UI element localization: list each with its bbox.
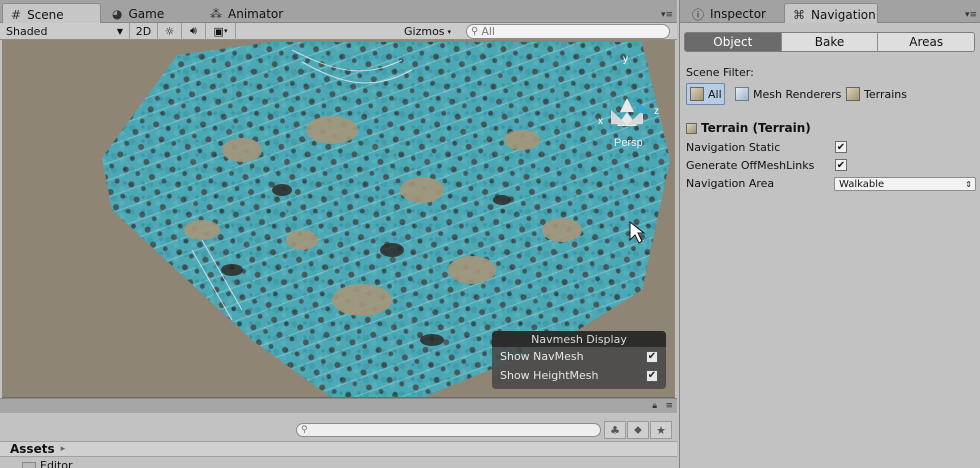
project-header-strip [0, 399, 677, 413]
2d-toggle-label: 2D [135, 24, 152, 38]
pacman-icon: ◕ [112, 7, 123, 21]
navmesh-display-panel: Navmesh Display Show NavMesh ✔ Show Heig… [492, 331, 666, 389]
audio-toggle-button[interactable]: 🔊︎ [182, 22, 206, 40]
search-icon: ⚲ [471, 26, 479, 37]
project-panel: 🔒︎ ≡ ⚲ ♣ ⬥ ★ Assets ▸ Editor [0, 398, 677, 468]
folder-icon [22, 461, 36, 468]
right-tab-bar: ⓘ Inspector ⌘ Navigation ▾≡ [680, 0, 980, 23]
show-navmesh-label: Show NavMesh [500, 350, 584, 363]
tab-inspector-label: Inspector [710, 7, 766, 21]
tab-navigation-label: Navigation [811, 7, 876, 22]
tab-game[interactable]: ◕ Game [104, 3, 199, 23]
filter-by-label-button[interactable]: ⬥ [627, 421, 649, 439]
show-heightmesh-label: Show HeightMesh [500, 369, 599, 382]
folder-label: Editor [40, 459, 73, 468]
filter-terrains-label: Terrains [864, 87, 907, 101]
terrain-icon [846, 87, 860, 101]
navmesh-display-title: Navmesh Display [492, 331, 666, 347]
left-tab-bar: # Scene ◕ Game ⁂ Animator ▾≡ [0, 0, 677, 23]
filter-all-label: All [708, 87, 722, 101]
segment-bake[interactable]: Bake [781, 33, 879, 51]
star-icon: ★ [656, 423, 666, 437]
tab-scene[interactable]: # Scene [2, 3, 101, 23]
panel-menu-icon[interactable]: ≡ [665, 401, 673, 411]
updown-arrows-icon: ⇕ [965, 179, 972, 189]
lighting-toggle-button[interactable]: ☼ [158, 22, 182, 40]
chevron-down-icon: ▾ [447, 27, 452, 36]
show-heightmesh-checkbox[interactable]: ✔ [646, 369, 658, 382]
tab-game-label: Game [128, 7, 165, 21]
segment-areas[interactable]: Areas [878, 33, 974, 51]
axis-y-label: y [623, 54, 628, 65]
mesh-renderer-icon [735, 87, 749, 101]
terrain-icon [686, 122, 697, 134]
selected-object-label: Terrain (Terrain) [701, 121, 811, 135]
effects-dropdown[interactable]: ▣ ▾ [206, 22, 236, 40]
scene-search-input[interactable]: ⚲ All [466, 24, 670, 39]
selected-object-title: Terrain (Terrain) [686, 121, 811, 135]
image-icon: ▣ [213, 24, 224, 38]
filter-mesh-renderers-label: Mesh Renderers [753, 87, 842, 101]
2d-toggle-button[interactable]: 2D [130, 22, 158, 40]
tab-menu-icon[interactable]: ▾≡ [965, 10, 977, 20]
chevron-down-icon: ▾ [223, 27, 228, 35]
tab-scene-label: Scene [27, 7, 64, 22]
speaker-icon: 🔊︎ [190, 24, 197, 37]
favorites-button[interactable]: ★ [650, 421, 672, 439]
tab-animator-label: Animator [228, 7, 284, 21]
navigation-area-label: Navigation Area [686, 177, 775, 190]
scene-viewport[interactable]: y z x Persp Navmesh Display Show NavMesh… [2, 40, 675, 398]
chevron-down-icon: ▼ [116, 26, 123, 36]
breadcrumb: Assets ▸ [0, 441, 677, 457]
navigation-static-checkbox[interactable]: ✔ [835, 141, 847, 153]
filter-terrains-button[interactable]: Terrains [846, 83, 907, 105]
show-navmesh-row[interactable]: Show NavMesh ✔ [492, 347, 666, 366]
search-icon: ⚲ [301, 425, 308, 435]
folder-item[interactable]: Editor [22, 459, 73, 468]
cube-icon [690, 87, 704, 101]
scene-filter-label: Scene Filter: [686, 66, 754, 79]
project-search-input[interactable]: ⚲ [296, 423, 601, 437]
tab-navigation[interactable]: ⌘ Navigation [784, 3, 878, 23]
persp-label: Persp [614, 137, 643, 149]
axis-x-label: x [598, 116, 603, 127]
shading-mode-value: Shaded [6, 24, 48, 38]
axis-z-label: z [654, 106, 659, 117]
gizmos-dropdown[interactable]: Gizmos ▾ [404, 23, 451, 40]
show-heightmesh-row[interactable]: Show HeightMesh ✔ [492, 366, 666, 385]
tab-animator[interactable]: ⁂ Animator [202, 3, 312, 23]
navigation-icon: ⌘ [793, 7, 805, 22]
shapes-icon: ♣ [610, 423, 620, 437]
scene-area: # Scene ◕ Game ⁂ Animator ▾≡ Shaded ▼ 2D… [0, 0, 677, 468]
scene-search-placeholder: All [481, 25, 495, 38]
filter-mesh-renderers-button[interactable]: Mesh Renderers [735, 83, 841, 105]
navigation-static-label: Navigation Static [686, 141, 781, 154]
tab-inspector[interactable]: ⓘ Inspector [684, 3, 782, 23]
gizmos-label: Gizmos [404, 25, 445, 38]
breadcrumb-assets[interactable]: Assets [10, 442, 55, 456]
grid-icon: # [11, 7, 22, 22]
chevron-right-icon: ▸ [60, 444, 66, 454]
navigation-area-value: Walkable [839, 178, 885, 190]
sun-icon: ☼ [164, 24, 175, 38]
navigation-panel: ⓘ Inspector ⌘ Navigation ▾≡ Object Bake … [679, 0, 980, 468]
tab-menu-icon[interactable]: ▾≡ [661, 10, 673, 20]
show-navmesh-checkbox[interactable]: ✔ [646, 350, 658, 363]
scene-toolbar: Shaded ▼ 2D ☼ 🔊︎ ▣ ▾ Gizmos ▾ ⚲ All [0, 22, 677, 40]
animator-icon: ⁂ [210, 7, 222, 21]
navigation-area-dropdown[interactable]: Walkable ⇕ [834, 177, 976, 191]
navigation-mode-tabs: Object Bake Areas [684, 32, 975, 52]
tag-icon: ⬥ [634, 423, 642, 436]
generate-offmeshlinks-label: Generate OffMeshLinks [686, 159, 815, 172]
filter-by-type-button[interactable]: ♣ [604, 421, 626, 439]
info-icon: ⓘ [692, 7, 705, 22]
filter-all-button[interactable]: All [686, 83, 725, 105]
generate-offmeshlinks-checkbox[interactable]: ✔ [835, 159, 847, 171]
lock-icon[interactable]: 🔒︎ [652, 401, 657, 411]
shading-mode-dropdown[interactable]: Shaded ▼ [0, 22, 130, 40]
segment-object[interactable]: Object [685, 33, 782, 51]
